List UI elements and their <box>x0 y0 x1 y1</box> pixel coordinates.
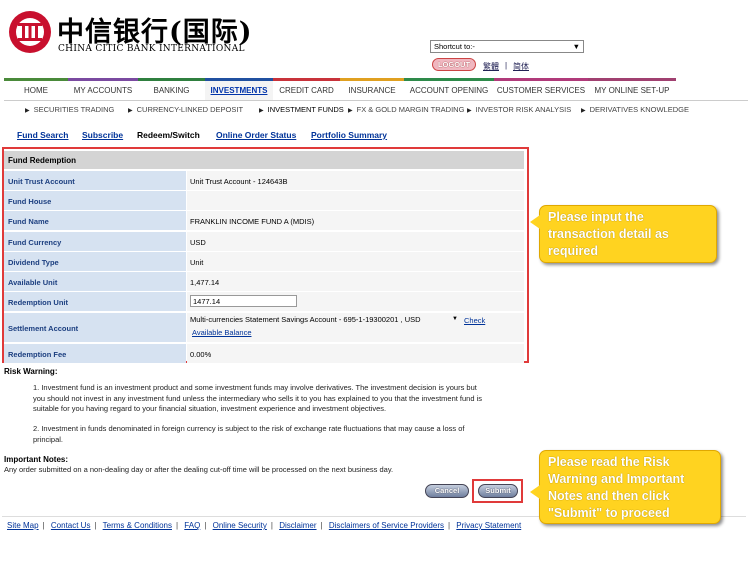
subnav-investor-risk-analysis[interactable]: ▶ INVESTOR RISK ANALYSIS <box>467 105 571 114</box>
field-value: USD <box>187 232 524 251</box>
row-redemption-fee: Redemption Fee 0.00% <box>4 344 524 363</box>
field-value: Unit Trust Account - 124643B <box>187 171 524 190</box>
subnav-currency-linked-deposit[interactable]: ▶ CURRENCY-LINKED DEPOSIT <box>128 105 243 114</box>
settlement-account-value: Multi-currencies Statement Savings Accou… <box>190 315 421 324</box>
triangle-right-icon: ▶ <box>348 108 353 114</box>
risk-paragraph-1: 1. Investment fund is an investment prod… <box>33 383 483 413</box>
nav-credit-card[interactable]: CREDIT CARD <box>273 78 340 100</box>
footer-site-map[interactable]: Site Map <box>7 521 39 530</box>
field-value: FRANKLIN INCOME FUND A (MDIS) <box>187 211 524 230</box>
form-title: Fund Redemption <box>4 151 524 169</box>
tab-portfolio-summary[interactable]: Portfolio Summary <box>311 130 387 140</box>
nav-customer-services[interactable]: CUSTOMER SERVICES <box>494 78 588 100</box>
row-fund-house: Fund House <box>4 191 524 210</box>
submit-button[interactable]: Submit <box>478 484 518 498</box>
triangle-right-icon: ▶ <box>581 108 586 114</box>
subnav-fx-gold-margin[interactable]: ▶ FX & GOLD MARGIN TRADING <box>348 105 464 114</box>
field-value: 1,477.14 <box>187 272 524 291</box>
nav-investments[interactable]: INVESTMENTS <box>205 78 273 100</box>
cancel-button[interactable]: Cancel <box>425 484 469 498</box>
nav-my-accounts[interactable]: MY ACCOUNTS <box>68 78 138 100</box>
important-notes-text: Any order submitted on a non-dealing day… <box>4 465 394 474</box>
row-available-unit: Available Unit 1,477.14 <box>4 272 524 291</box>
field-value: Unit <box>187 252 524 271</box>
footer-privacy-statement[interactable]: Privacy Statement <box>456 521 521 530</box>
field-label: Fund House <box>4 191 186 210</box>
tab-fund-search[interactable]: Fund Search <box>17 130 68 140</box>
main-nav: HOME MY ACCOUNTS BANKING INVESTMENTS CRE… <box>4 78 748 100</box>
nav-divider <box>4 100 748 101</box>
row-dividend-type: Dividend Type Unit <box>4 252 524 271</box>
nav-insurance[interactable]: INSURANCE <box>340 78 404 100</box>
triangle-right-icon: ▶ <box>467 108 472 114</box>
tab-online-order-status[interactable]: Online Order Status <box>216 130 296 140</box>
logout-button[interactable]: LOGOUT <box>432 58 476 71</box>
field-label: Redemption Unit <box>4 292 186 311</box>
citic-logo <box>9 11 51 53</box>
important-notes-title: Important Notes: <box>4 455 68 464</box>
nav-home[interactable]: HOME <box>4 78 68 100</box>
field-label: Fund Name <box>4 211 186 230</box>
row-settlement-account: Settlement Account Multi-currencies Stat… <box>4 313 524 342</box>
footer-faq[interactable]: FAQ <box>184 521 200 530</box>
tab-subscribe[interactable]: Subscribe <box>82 130 123 140</box>
available-balance-link[interactable]: Available Balance <box>192 328 252 337</box>
chevron-down-icon: ▼ <box>572 42 580 51</box>
field-label: Settlement Account <box>4 313 186 342</box>
settlement-account-select[interactable]: Multi-currencies Statement Savings Accou… <box>190 315 458 326</box>
nav-account-opening[interactable]: ACCOUNT OPENING <box>404 78 494 100</box>
chevron-down-icon: ▼ <box>452 316 458 322</box>
subnav-derivatives-knowledge[interactable]: ▶ DERIVATIVES KNOWLEDGE <box>581 105 689 114</box>
row-redemption-unit: Redemption Unit <box>4 292 524 311</box>
nav-banking[interactable]: BANKING <box>138 78 205 100</box>
nav-my-online-setup[interactable]: MY ONLINE SET-UP <box>588 78 676 100</box>
tab-redeem-switch[interactable]: Redeem/Switch <box>137 130 200 140</box>
field-label: Fund Currency <box>4 232 186 251</box>
risk-warning-title: Risk Warning: <box>4 367 58 376</box>
footer-online-security[interactable]: Online Security <box>213 521 267 530</box>
footer-contact-us[interactable]: Contact Us <box>51 521 91 530</box>
redemption-unit-input[interactable] <box>190 295 297 307</box>
row-fund-name: Fund Name FRANKLIN INCOME FUND A (MDIS) <box>4 211 524 230</box>
lang-simplified-link[interactable]: 简体 <box>513 61 529 72</box>
subnav-investment-funds[interactable]: ▶ INVESTMENT FUNDS <box>259 105 344 114</box>
field-label: Dividend Type <box>4 252 186 271</box>
lang-separator: | <box>505 61 508 70</box>
sub-nav: ▶ SECURITIES TRADING ▶ CURRENCY-LINKED DEP… <box>25 105 745 117</box>
footer-disclaimer[interactable]: Disclaimer <box>279 521 316 530</box>
triangle-right-icon: ▶ <box>259 108 264 114</box>
footer-terms[interactable]: Terms & Conditions <box>103 521 172 530</box>
field-value <box>187 191 524 210</box>
lang-traditional-link[interactable]: 繁體 <box>483 61 499 72</box>
shortcut-value: Shortcut to:- <box>434 42 475 51</box>
shortcut-select[interactable]: Shortcut to:- ▼ <box>430 40 584 53</box>
field-label: Available Unit <box>4 272 186 291</box>
field-label: Redemption Fee <box>4 344 186 363</box>
triangle-right-icon: ▶ <box>25 108 30 114</box>
footer-disclaimers-service-providers[interactable]: Disclaimers of Service Providers <box>329 521 444 530</box>
triangle-right-icon: ▶ <box>128 108 133 114</box>
check-balance-link[interactable]: Check <box>464 316 485 325</box>
row-fund-currency: Fund Currency USD <box>4 232 524 251</box>
footer-links: Site Map | Contact Us | Terms & Conditions… <box>7 521 522 530</box>
callout-input-instruction: Please input the transaction detail as r… <box>530 205 717 263</box>
risk-paragraph-2: 2. Investment in funds denominated in fo… <box>33 424 465 444</box>
row-unit-trust-account: Unit Trust Account Unit Trust Account - … <box>4 171 524 190</box>
brand-name-english: CHINA CITIC BANK INTERNATIONAL <box>58 44 245 54</box>
field-label: Unit Trust Account <box>4 171 186 190</box>
field-value: 0.00% <box>187 344 524 363</box>
callout-submit-instruction: Please read the Risk Warning and Importa… <box>530 450 721 524</box>
subnav-securities-trading[interactable]: ▶ SECURITIES TRADING <box>25 105 114 114</box>
